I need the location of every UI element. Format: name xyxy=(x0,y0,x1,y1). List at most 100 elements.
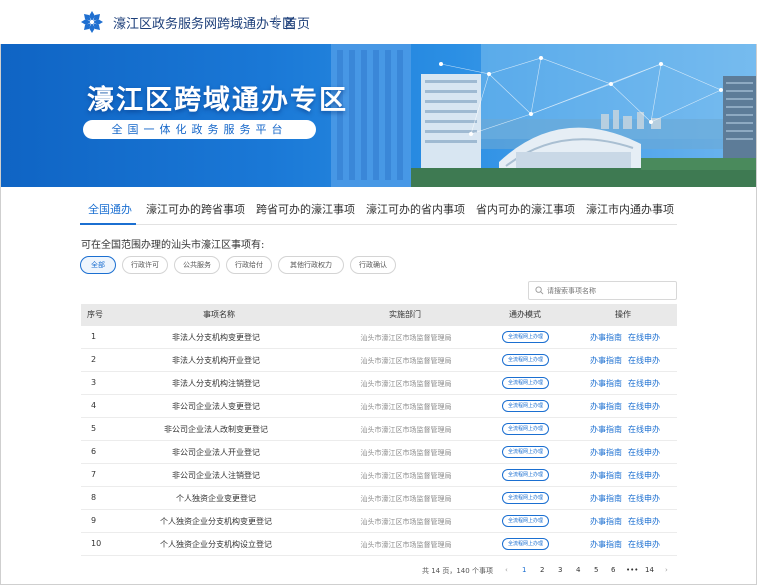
filter-administrative-confirmation[interactable]: 行政确认 xyxy=(350,256,396,274)
mode-badge[interactable]: 全流程网上办理 xyxy=(502,377,549,389)
item-name[interactable]: 非法人分支机构注销登记 xyxy=(121,378,311,389)
item-name[interactable]: 个人独资企业分支机构设立登记 xyxy=(121,539,311,550)
hero-banner: 濠江区跨域通办专区 全国一体化政务服务平台 xyxy=(1,44,756,187)
mode-badge[interactable]: 全流程网上办理 xyxy=(502,423,549,435)
page-5[interactable]: 5 xyxy=(594,566,598,574)
tab-haojiang-cross-province[interactable]: 濠江可办的跨省事项 xyxy=(146,201,245,217)
mode-badge[interactable]: 全流程网上办理 xyxy=(502,400,549,412)
row-number: 1 xyxy=(91,332,97,341)
row-number: 4 xyxy=(91,401,97,410)
item-name[interactable]: 非法人分支机构变更登记 xyxy=(121,332,311,343)
row-number: 2 xyxy=(91,355,97,364)
item-name[interactable]: 非公司企业法人改制变更登记 xyxy=(121,424,311,435)
table-row: 8 个人独资企业变更登记 汕头市濠江区市场监督管理局 全流程网上办理 办事指南 … xyxy=(81,487,677,510)
mode-badge[interactable]: 全流程网上办理 xyxy=(502,492,549,504)
page-14[interactable]: 14 xyxy=(645,566,654,574)
item-department: 汕头市濠江区市场监督管理局 xyxy=(360,357,452,365)
search-icon[interactable] xyxy=(535,286,544,295)
apply-online-link[interactable]: 在线申办 xyxy=(628,516,660,527)
banner-title: 濠江区跨域通办专区 xyxy=(87,85,348,116)
page-4[interactable]: 4 xyxy=(576,566,580,574)
table-row: 9 个人独资企业分支机构变更登记 汕头市濠江区市场监督管理局 全流程网上办理 办… xyxy=(81,510,677,533)
apply-online-link[interactable]: 在线申办 xyxy=(628,493,660,504)
guide-link[interactable]: 办事指南 xyxy=(590,355,622,366)
guide-link[interactable]: 办事指南 xyxy=(590,332,622,343)
apply-online-link[interactable]: 在线申办 xyxy=(628,447,660,458)
item-department: 汕头市濠江区市场监督管理局 xyxy=(360,334,452,342)
filter-administrative-license[interactable]: 行政许可 xyxy=(122,256,168,274)
table-row: 3 非法人分支机构注销登记 汕头市濠江区市场监督管理局 全流程网上办理 办事指南… xyxy=(81,372,677,395)
search-input[interactable] xyxy=(547,284,673,298)
apply-online-link[interactable]: 在线申办 xyxy=(628,355,660,366)
mode-badge[interactable]: 全流程网上办理 xyxy=(502,446,549,458)
item-name[interactable]: 个人独资企业分支机构变更登记 xyxy=(121,516,311,527)
tab-cross-province-haojiang[interactable]: 跨省可办的濠江事项 xyxy=(256,201,355,217)
guide-link[interactable]: 办事指南 xyxy=(590,470,622,481)
search-box xyxy=(528,281,677,300)
item-name[interactable]: 非法人分支机构开业登记 xyxy=(121,355,311,366)
item-department: 汕头市濠江区市场监督管理局 xyxy=(360,449,452,457)
guide-link[interactable]: 办事指南 xyxy=(590,539,622,550)
page-1[interactable]: 1 xyxy=(522,566,526,574)
apply-online-link[interactable]: 在线申办 xyxy=(628,401,660,412)
tab-haojiang-in-province[interactable]: 濠江可办的省内事项 xyxy=(366,201,465,217)
item-department: 汕头市濠江区市场监督管理局 xyxy=(360,472,452,480)
mode-badge[interactable]: 全流程网上办理 xyxy=(502,515,549,527)
mode-badge[interactable]: 全流程网上办理 xyxy=(502,331,549,343)
page-ellipsis[interactable]: ••• xyxy=(626,566,638,574)
mode-badge[interactable]: 全流程网上办理 xyxy=(502,354,549,366)
page-3[interactable]: 3 xyxy=(558,566,562,574)
col-header-dept: 实施部门 xyxy=(389,310,421,319)
filter-administrative-payment[interactable]: 行政给付 xyxy=(226,256,272,274)
guide-link[interactable]: 办事指南 xyxy=(590,401,622,412)
apply-online-link[interactable]: 在线申办 xyxy=(628,470,660,481)
category-tabs: 全国通办 濠江可办的跨省事项 跨省可办的濠江事项 濠江可办的省内事项 省内可办的… xyxy=(80,198,677,225)
table-row: 6 非公司企业法人开业登记 汕头市濠江区市场监督管理局 全流程网上办理 办事指南… xyxy=(81,441,677,464)
page-2[interactable]: 2 xyxy=(540,566,544,574)
row-number: 8 xyxy=(91,493,97,502)
pagination: 共 14 页，140 个事项 ‹ 1 2 3 4 5 6 ••• 14 › xyxy=(0,566,757,580)
row-number: 6 xyxy=(91,447,97,456)
guide-link[interactable]: 办事指南 xyxy=(590,493,622,504)
guide-link[interactable]: 办事指南 xyxy=(590,516,622,527)
tab-national[interactable]: 全国通办 xyxy=(88,201,132,217)
mode-badge[interactable]: 全流程网上办理 xyxy=(502,469,549,481)
apply-online-link[interactable]: 在线申办 xyxy=(628,378,660,389)
tab-city-wide[interactable]: 濠江市内通办事项 xyxy=(586,201,674,217)
site-title[interactable]: 濠江区政务服务网跨域通办专区 xyxy=(113,13,295,32)
apply-online-link[interactable]: 在线申办 xyxy=(628,539,660,550)
tab-in-province-haojiang[interactable]: 省内可办的濠江事项 xyxy=(476,201,575,217)
page-6[interactable]: 6 xyxy=(611,566,615,574)
pagination-total: 共 14 页，140 个事项 xyxy=(422,567,493,575)
item-name[interactable]: 非公司企业法人注销登记 xyxy=(121,470,311,481)
next-page-button[interactable]: › xyxy=(665,566,668,574)
prev-page-button[interactable]: ‹ xyxy=(505,566,508,574)
guide-link[interactable]: 办事指南 xyxy=(590,447,622,458)
mode-badge[interactable]: 全流程网上办理 xyxy=(502,538,549,550)
banner-subtitle: 全国一体化政务服务平台 xyxy=(83,120,316,139)
table-row: 1 非法人分支机构变更登记 汕头市濠江区市场监督管理局 全流程网上办理 办事指南… xyxy=(81,326,677,349)
item-department: 汕头市濠江区市场监督管理局 xyxy=(360,518,452,526)
filter-other-admin-power[interactable]: 其他行政权力 xyxy=(278,256,344,274)
col-header-action: 操作 xyxy=(615,310,631,319)
apply-online-link[interactable]: 在线申办 xyxy=(628,424,660,435)
table-row: 5 非公司企业法人改制变更登记 汕头市濠江区市场监督管理局 全流程网上办理 办事… xyxy=(81,418,677,441)
row-number: 3 xyxy=(91,378,97,387)
filter-public-service[interactable]: 公共服务 xyxy=(174,256,220,274)
filter-all[interactable]: 全部 xyxy=(80,256,116,274)
active-tab-indicator xyxy=(80,223,136,225)
item-department: 汕头市濠江区市场监督管理局 xyxy=(360,403,452,411)
item-name[interactable]: 非公司企业法人变更登记 xyxy=(121,401,311,412)
guide-link[interactable]: 办事指南 xyxy=(590,378,622,389)
col-header-mode: 通办模式 xyxy=(509,310,541,319)
row-number: 7 xyxy=(91,470,97,479)
apply-online-link[interactable]: 在线申办 xyxy=(628,332,660,343)
table-row: 4 非公司企业法人变更登记 汕头市濠江区市场监督管理局 全流程网上办理 办事指南… xyxy=(81,395,677,418)
home-link[interactable]: 首页 xyxy=(284,13,310,32)
item-name[interactable]: 非公司企业法人开业登记 xyxy=(121,447,311,458)
snowflake-logo-icon xyxy=(81,11,103,33)
guide-link[interactable]: 办事指南 xyxy=(590,424,622,435)
items-hint-text: 可在全国范围办理的汕头市濠江区事项有: xyxy=(81,240,265,251)
item-name[interactable]: 个人独资企业变更登记 xyxy=(121,493,311,504)
title-divider xyxy=(276,15,277,29)
